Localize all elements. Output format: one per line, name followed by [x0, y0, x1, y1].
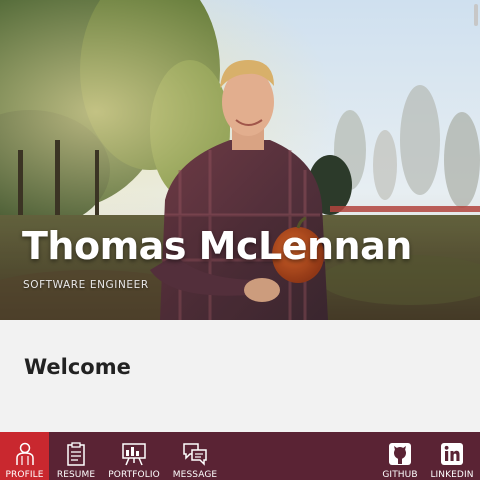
- nav-item-linkedin[interactable]: LINKEDIN: [428, 432, 476, 480]
- nav-item-resume[interactable]: RESUME: [52, 432, 100, 480]
- github-icon: [387, 441, 413, 467]
- nav-label-github: GITHUB: [382, 470, 418, 480]
- nav-label-linkedin: LINKEDIN: [430, 470, 474, 480]
- nav-item-github[interactable]: GITHUB: [378, 432, 422, 480]
- linkedin-icon: [439, 441, 465, 467]
- presentation-board-icon: [121, 441, 147, 467]
- nav-label-resume: RESUME: [56, 470, 96, 480]
- profile-name: Thomas McLennan: [22, 224, 412, 268]
- hero-photo: [0, 0, 480, 320]
- nav-label-profile: PROFILE: [5, 470, 44, 480]
- person-icon: [12, 441, 38, 467]
- nav-item-profile[interactable]: PROFILE: [0, 432, 49, 480]
- scrollbar-thumb[interactable]: [474, 4, 478, 26]
- profile-job-title: SOFTWARE ENGINEER: [23, 279, 149, 291]
- nav-item-message[interactable]: MESSAGE: [168, 432, 222, 480]
- nav-item-portfolio[interactable]: PORTFOLIO: [104, 432, 164, 480]
- nav-label-message: MESSAGE: [172, 470, 218, 480]
- hero-banner: Thomas McLennan SOFTWARE ENGINEER: [0, 0, 480, 320]
- chat-bubbles-icon: [182, 441, 208, 467]
- bottom-navigation: PROFILE RESUME PORTFOLIO MESSAGE GITHUB …: [0, 432, 480, 480]
- welcome-heading: Welcome: [24, 355, 131, 379]
- main-content: Welcome: [0, 320, 480, 432]
- nav-label-portfolio: PORTFOLIO: [108, 470, 160, 480]
- clipboard-icon: [63, 441, 89, 467]
